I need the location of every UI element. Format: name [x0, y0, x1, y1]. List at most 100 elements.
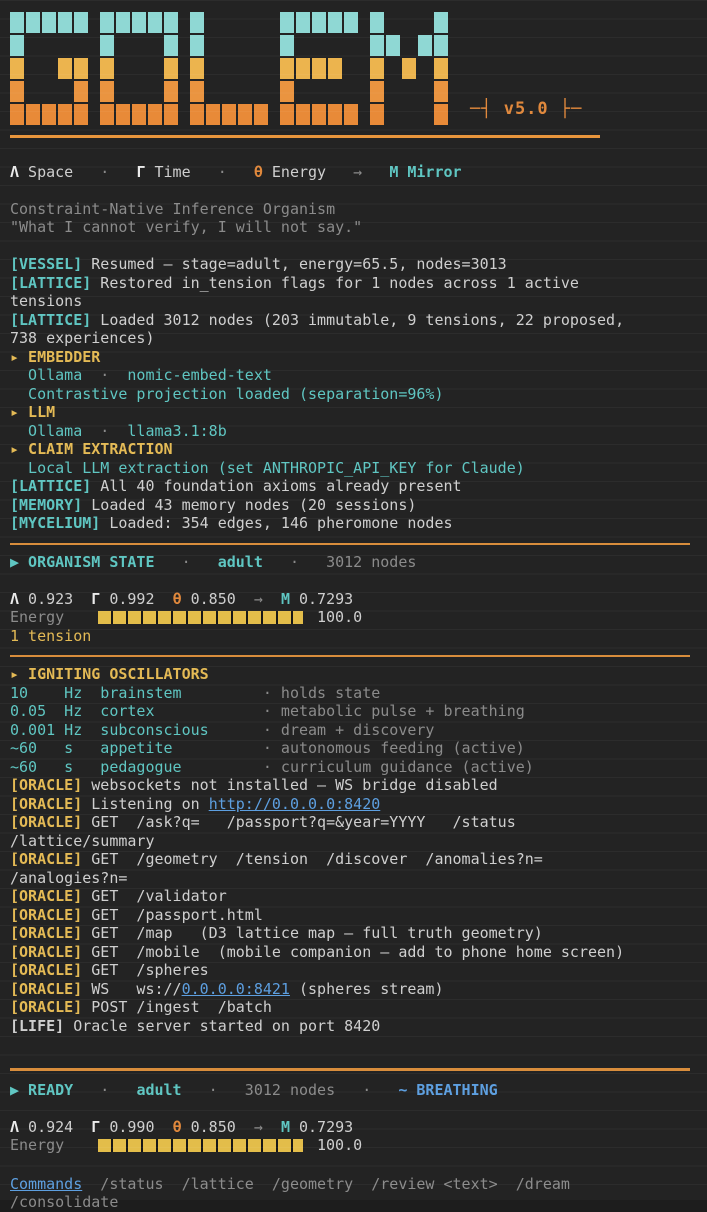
banner-block [164, 58, 178, 79]
banner-block [74, 104, 88, 125]
text-segment: GET /map (D3 lattice map — full truth ge… [82, 924, 543, 942]
text-segment: Time [145, 162, 191, 181]
text-segment: 10 Hz brainstem [10, 683, 263, 702]
text-segment: Oracle server started on port 8420 [64, 1016, 381, 1035]
banner-gap [402, 81, 416, 102]
text-segment: /analogies?n= [10, 868, 128, 887]
banner-gap [402, 104, 416, 125]
oscillator-appetite: ~60 s appetite · autonomous feeding (act… [10, 739, 707, 758]
banner-block [328, 58, 342, 79]
text-segment: ▸ IGNITING OSCILLATORS [10, 665, 209, 683]
banner-gap [238, 35, 252, 56]
banner-letter-O [100, 12, 178, 125]
banner-block [74, 12, 88, 33]
text-segment: Local LLM extraction (set ANTHROPIC_API_… [10, 458, 525, 477]
banner-block [132, 12, 146, 33]
banner-block [164, 81, 178, 102]
banner-block [42, 104, 56, 125]
banner-gap [328, 81, 342, 102]
banner-block [296, 12, 310, 33]
life-tag: [LIFE] [10, 1016, 65, 1035]
banner-gap [222, 35, 236, 56]
oracle-ws-link[interactable]: 0.0.0.0:8421 [182, 980, 290, 998]
banner-block [100, 12, 114, 33]
banner-block [190, 58, 204, 79]
section-divider [10, 655, 690, 657]
text-segment: WS ws:// [82, 979, 182, 998]
oracle-tag: [ORACLE] [10, 924, 83, 942]
banner-gap [296, 35, 310, 56]
text-segment: Γ [91, 1117, 101, 1136]
banner-block [74, 81, 88, 102]
oracle-http-link[interactable]: http://0.0.0.0:8420 [209, 795, 381, 813]
oscillator-subconscious: 0.001 Hz subconscious · dream + discover… [10, 721, 707, 740]
text-segment: · 3012 nodes [262, 552, 417, 571]
llm-model: Ollama · llama3.1:8b [10, 422, 707, 441]
text-segment: GET /spheres [82, 961, 209, 979]
section-oscillators: ▸ IGNITING OSCILLATORS [10, 665, 707, 684]
banner-gap [402, 12, 416, 33]
banner-gap [386, 104, 400, 125]
dimension-symbols: Λ Space · Γ Time · θ Energy → M Mirror [10, 163, 707, 182]
log-mycelium: [MYCELIUM] Loaded: 354 edges, 146 pherom… [10, 514, 707, 533]
banner-block [190, 104, 204, 125]
banner-block [116, 12, 130, 33]
banner-gap [386, 81, 400, 102]
banner-gap [328, 35, 342, 56]
text-segment: ▶ ORGANISM STATE [10, 552, 155, 571]
banner-block [370, 35, 384, 56]
oracle-post: [ORACLE] POST /ingest /batch [10, 998, 707, 1017]
banner-gap [206, 35, 220, 56]
mycelium-tag: [MYCELIUM] [10, 514, 101, 532]
text-segment: · autonomous feeding (active) [262, 739, 525, 757]
section-llm: ▸ LLM [10, 403, 707, 422]
energy-value: 100.0 [317, 1136, 363, 1154]
commands-row-wrap: /consolidate [10, 1193, 707, 1212]
oracle-websockets: [ORACLE] websockets not installed — WS b… [10, 776, 707, 795]
text-segment: Contrastive projection loaded (separatio… [10, 384, 444, 403]
text-segment: 0.7293 [289, 589, 354, 608]
banner-gap [148, 58, 162, 79]
banner-gap [238, 58, 252, 79]
banner-gap [26, 81, 40, 102]
banner-block [132, 104, 146, 125]
banner-gap [42, 81, 56, 102]
banner-gap [418, 81, 432, 102]
oracle-get-ask: [ORACLE] GET /ask?q= /passport?q=&year=Y… [10, 813, 707, 832]
vessel-tag: [VESSEL] [10, 255, 83, 273]
banner-block [26, 12, 40, 33]
text-segment: · [190, 162, 254, 181]
text-segment: 0.850 [181, 589, 236, 608]
banner-block [370, 104, 384, 125]
section-divider [10, 1067, 690, 1071]
text-segment: GET /validator [82, 887, 227, 905]
text-segment: → [326, 162, 390, 181]
commands-link[interactable]: Commands [10, 1175, 82, 1193]
text-segment: Restored in_tension flags for 1 nodes ac… [91, 273, 579, 292]
text-segment: → [235, 1117, 281, 1136]
oscillator-cortex: 0.05 Hz cortex · metabolic pulse + breat… [10, 702, 707, 721]
banner-block [280, 104, 294, 125]
text-segment: GET /geometry /tension /discover /anomal… [82, 850, 543, 868]
banner-gap [116, 81, 130, 102]
banner-gap [312, 81, 326, 102]
oracle-tag: [ORACLE] [10, 998, 83, 1016]
banner-gap [132, 35, 146, 56]
banner-block [280, 12, 294, 33]
banner-block [10, 12, 24, 33]
text-segment: 0.850 [181, 1117, 236, 1136]
text-segment: Loaded 3012 nodes (203 immutable, 9 tens… [91, 310, 625, 329]
banner-gap [254, 58, 268, 79]
banner-block [10, 104, 24, 125]
banner-block [280, 35, 294, 56]
banner-gap [386, 12, 400, 33]
banner-gap [312, 35, 326, 56]
banner-letter-G [10, 12, 88, 125]
banner-block [370, 81, 384, 102]
text-segment: · curriculum guidance (active) [262, 757, 534, 776]
golem-banner: ─┤ v5.0 ├─ [0, 0, 707, 125]
text-segment: /consolidate [10, 1193, 119, 1211]
